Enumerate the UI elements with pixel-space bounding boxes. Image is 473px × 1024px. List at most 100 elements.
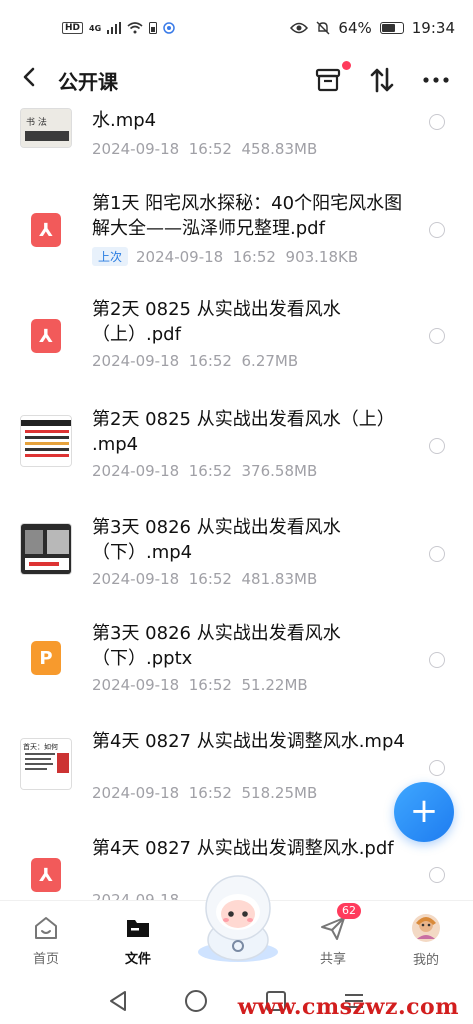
file-time: 16:52 (188, 784, 232, 802)
tab-share[interactable]: 共享 62 (303, 901, 363, 979)
file-size: 903.18KB (285, 248, 359, 266)
hd-indicator: HD (62, 22, 84, 34)
add-button[interactable]: + (394, 782, 454, 842)
file-row[interactable]: ⅄ 第2天 0825 从实战出发看风水（上）.pdf 2024-09-18 16… (0, 294, 473, 394)
file-name: 第2天 0825 从实战出发看风水（上）.pdf (92, 299, 341, 345)
file-name: 第3天 0826 从实战出发看风水（下）.mp4 (92, 517, 341, 563)
file-date: 2024-09-18 (92, 784, 180, 802)
video-thumbnail: 首天：如何 (20, 738, 72, 790)
video-thumbnail (20, 415, 72, 467)
clock: 19:34 (411, 19, 455, 37)
file-name: 第2天 0825 从实战出发看风水（上） .mp4 (92, 409, 395, 455)
file-row[interactable]: P 第3天 0826 从实战出发看风水（下）.pptx 2024-09-18 1… (0, 616, 473, 716)
notification-dot (342, 61, 351, 70)
file-date: 2024-09-18 (92, 676, 180, 694)
last-read-badge: 上次 (92, 247, 129, 266)
video-thumbnail: 书 法 (20, 108, 72, 148)
file-meta: 上次 2024-09-18 16:52 903.18KB (92, 247, 358, 266)
tab-label: 文件 (124, 951, 151, 967)
file-size: 376.58MB (241, 462, 318, 480)
tab-label: 首页 (32, 951, 59, 967)
pdf-icon: ⅄ (20, 310, 72, 362)
notification-count-badge: 62 (337, 903, 361, 919)
select-radio[interactable] (429, 222, 445, 238)
battery-icon (379, 22, 404, 34)
sim-icon (149, 22, 158, 34)
status-bar: HD 4G 64% 19:34 (0, 0, 473, 56)
file-date: 2024-09-18 (92, 140, 180, 158)
select-radio[interactable] (429, 867, 445, 883)
file-meta: 2024-09-18 16:52 376.58MB (92, 462, 317, 480)
mascot-button[interactable] (186, 870, 290, 966)
select-radio[interactable] (429, 652, 445, 668)
status-left: HD 4G (62, 22, 175, 34)
archive-button[interactable] (313, 61, 351, 95)
file-name: 第1天 阳宅风水探秘：40个阳宅风水图解大全——泓泽师兄整理.pdf (92, 193, 403, 239)
eye-icon (290, 22, 309, 34)
avatar (412, 913, 440, 942)
file-date: 2024-09-18 (92, 462, 180, 480)
file-name: 第4天 0827 从实战出发调整风水.pdf (92, 838, 394, 859)
file-name: 水.mp4 (92, 110, 157, 131)
file-date: 2024-09-18 (92, 352, 180, 370)
file-meta: 2024-09-18 16:52 481.83MB (92, 570, 317, 588)
file-time: 16:52 (188, 140, 232, 158)
more-icon (423, 77, 449, 83)
file-time: 16:52 (188, 570, 232, 588)
file-date: 2024-09-18 (92, 570, 180, 588)
file-meta: 2024-09-18 16:52 6.27MB (92, 352, 298, 370)
sort-icon (370, 67, 394, 93)
plus-icon: + (409, 790, 439, 831)
file-size: 518.25MB (241, 784, 318, 802)
signal-icon (107, 22, 122, 34)
file-row[interactable]: 第3天 0826 从实战出发看风水（下）.mp4 2024-09-18 16:5… (0, 509, 473, 609)
select-radio[interactable] (429, 438, 445, 454)
battery-percent: 64% (338, 19, 372, 37)
tab-profile[interactable]: 我的 (396, 901, 456, 979)
mute-bell-icon (316, 21, 330, 35)
file-time: 16:52 (188, 352, 232, 370)
file-row[interactable]: 第2天 0825 从实战出发看风水（上） .mp4 2024-09-18 16:… (0, 401, 473, 501)
wifi-icon (127, 22, 143, 34)
file-time: 16:52 (188, 676, 232, 694)
file-list: 书 法 水.mp4 2024-09-18 16:52 458.83MB ⅄ 第1… (0, 104, 473, 900)
file-name: 第4天 0827 从实战出发调整风水.mp4 (92, 731, 405, 752)
watermark: www.cmszwz.com (237, 994, 459, 1020)
select-radio[interactable] (429, 114, 445, 130)
app-header: 公开课 (0, 56, 473, 104)
file-row[interactable]: ⅄ 第1天 阳宅风水探秘：40个阳宅风水图解大全——泓泽师兄整理.pdf 上次 2… (0, 186, 473, 296)
select-radio[interactable] (429, 760, 445, 776)
tab-label: 我的 (412, 952, 439, 968)
sort-button[interactable] (367, 65, 397, 95)
video-thumbnail (20, 523, 72, 575)
archive-icon (315, 68, 341, 92)
astronaut-mascot-icon (198, 875, 278, 962)
select-radio[interactable] (429, 328, 445, 344)
file-size: 6.27MB (241, 352, 299, 370)
tab-home[interactable]: 首页 (16, 901, 76, 979)
pdf-icon: ⅄ (20, 849, 72, 900)
file-date: 2024-09-18 (92, 891, 180, 900)
tab-label: 共享 (319, 951, 346, 967)
nav-back-icon[interactable] (108, 990, 128, 1012)
nav-home-icon[interactable] (184, 989, 208, 1013)
pdf-icon: ⅄ (20, 204, 72, 256)
ppt-icon: P (20, 632, 72, 684)
file-meta: 2024-09-18 16:52 458.83MB (92, 140, 317, 158)
file-size: 51.22MB (241, 676, 308, 694)
header-actions (313, 61, 451, 95)
home-icon (35, 916, 57, 939)
svg-text:首天：如何: 首天：如何 (23, 742, 58, 751)
svg-text:书 法: 书 法 (26, 116, 47, 128)
file-size: 458.83MB (241, 140, 318, 158)
file-meta: 2024-09-18 16:52 518.25MB (92, 784, 317, 802)
back-button[interactable] (22, 66, 46, 94)
file-time: 16:52 (232, 248, 276, 266)
select-radio[interactable] (429, 546, 445, 562)
file-name: 第3天 0826 从实战出发看风水（下）.pptx (92, 623, 341, 669)
network-4g-label: 4G (89, 23, 102, 33)
file-time: 16:52 (188, 462, 232, 480)
more-button[interactable] (421, 65, 451, 95)
chevron-left-icon (23, 67, 35, 87)
tab-files[interactable]: 文件 (108, 901, 168, 979)
